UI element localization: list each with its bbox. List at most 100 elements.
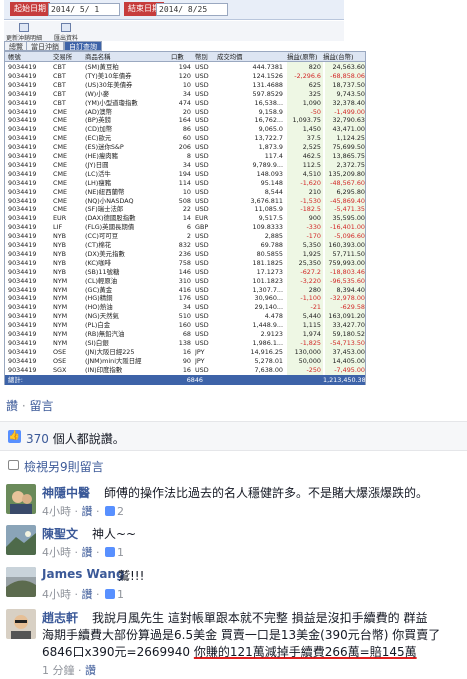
table-cell: -7,495.00 bbox=[334, 365, 365, 374]
table-cell: USD bbox=[195, 285, 209, 294]
table-cell: NYM bbox=[53, 303, 68, 312]
view-more-label[interactable]: 檢視另9則留言 bbox=[24, 458, 104, 475]
table-cell: 101.1823 bbox=[252, 276, 284, 285]
table-cell: 10 bbox=[182, 187, 191, 196]
comment-like-link[interactable]: 讚 bbox=[82, 505, 93, 518]
table-cell: USD bbox=[195, 303, 209, 312]
table-cell: 2,372.75 bbox=[336, 160, 365, 169]
comment-like-link[interactable]: 讚 bbox=[82, 588, 93, 601]
table-cell: 10 bbox=[182, 80, 191, 89]
table-cell: 59,180.52 bbox=[332, 330, 365, 338]
table-cell: 625 bbox=[308, 80, 321, 89]
table-cell: 1,124.25 bbox=[336, 134, 365, 143]
table-cell: 9,743.50 bbox=[336, 89, 365, 98]
table-cell: USD bbox=[195, 249, 209, 258]
table-cell: USD bbox=[195, 98, 209, 107]
table-cell: 20 bbox=[182, 107, 191, 116]
table-cell: 9034419 bbox=[8, 276, 37, 285]
table-cell: USD bbox=[195, 321, 209, 330]
table-cell: 68 bbox=[182, 330, 191, 338]
table-cell: -32,978.00 bbox=[330, 294, 365, 303]
tab-overview: 總覽 bbox=[4, 41, 28, 51]
table-cell: 3,676.811 bbox=[250, 196, 283, 205]
table-cell: 416 bbox=[178, 285, 191, 294]
like-icon bbox=[105, 506, 115, 516]
comment-like-link[interactable]: 讚 bbox=[82, 546, 93, 559]
table-cell: 7,638.00 bbox=[254, 365, 283, 374]
commenter-name[interactable]: 陳聖文 bbox=[42, 525, 78, 542]
table-cell: CBT bbox=[53, 89, 66, 98]
table-cell: (KC)咖啡 bbox=[85, 258, 112, 267]
table-cell: 16 bbox=[182, 365, 191, 374]
table-cell: OSE bbox=[53, 356, 67, 365]
table-cell: 57,711.50 bbox=[332, 249, 365, 258]
likes-count[interactable]: 370 bbox=[26, 432, 49, 446]
table-cell: 9034419 bbox=[8, 365, 37, 374]
table-cell: 194 bbox=[178, 63, 191, 71]
like-link[interactable]: 讚 bbox=[6, 399, 18, 413]
table-cell: 9034419 bbox=[8, 125, 37, 134]
table-cell: 9034419 bbox=[8, 63, 37, 71]
column-header: 帳號 bbox=[8, 53, 21, 61]
total-label: 總計: bbox=[8, 376, 23, 384]
table-cell: USD bbox=[195, 330, 209, 338]
view-more-comments[interactable]: 檢視另9則留言 bbox=[0, 455, 467, 475]
likes-suffix: 個人都說讚。 bbox=[52, 432, 125, 446]
table-cell: 6 bbox=[186, 223, 191, 232]
table-cell: USD bbox=[195, 312, 209, 321]
table-cell: (PL)白金 bbox=[85, 321, 111, 330]
comment-link[interactable]: 留言 bbox=[30, 399, 54, 413]
table-cell: NYM bbox=[53, 312, 68, 321]
table-cell: 9034419 bbox=[8, 223, 37, 232]
table-cell: 9034419 bbox=[8, 294, 37, 303]
table-cell: (DX)美元指數 bbox=[85, 249, 125, 258]
table-cell: 9034419 bbox=[8, 214, 37, 223]
table-cell: 1,873.9 bbox=[258, 143, 283, 152]
commenter-name[interactable]: 神隱中醫 bbox=[42, 484, 90, 501]
table-cell: -182.5 bbox=[300, 205, 321, 214]
table-cell: (SF)瑞士法郎 bbox=[85, 205, 124, 214]
table-cell: 37,453.00 bbox=[332, 347, 365, 356]
table-cell: 194 bbox=[178, 169, 191, 178]
table-cell: CME bbox=[53, 152, 68, 160]
table-cell: USD bbox=[195, 107, 209, 116]
table-cell: NYM bbox=[53, 338, 68, 347]
table-cell: NYM bbox=[53, 330, 68, 338]
tab-daytrade: 當日沖銷 bbox=[26, 41, 64, 51]
avatar[interactable] bbox=[6, 484, 36, 514]
table-cell: -16,401.00 bbox=[330, 223, 365, 232]
comment-meta: 4小時 · 讚 · 1 bbox=[42, 588, 124, 601]
commenter-name[interactable]: 趙志軒 bbox=[42, 609, 78, 626]
avatar[interactable] bbox=[6, 567, 36, 597]
table-cell: USD bbox=[195, 241, 209, 249]
table-cell: -96,535.60 bbox=[330, 276, 365, 285]
table-cell: (US)30年美債券 bbox=[85, 80, 133, 89]
table-cell: 176 bbox=[178, 294, 191, 303]
commenter-name[interactable]: James Wang bbox=[42, 567, 125, 581]
table-cell: 2,885 bbox=[264, 232, 283, 241]
table-cell: (HE)瘦肉豬 bbox=[85, 152, 119, 160]
table-cell: 138 bbox=[178, 338, 191, 347]
comment-meta: 4小時 · 讚 · 2 bbox=[42, 505, 124, 518]
table-cell: (LC)活牛 bbox=[85, 169, 111, 178]
table-cell: 33,427.70 bbox=[332, 321, 365, 330]
table-cell: 9034419 bbox=[8, 312, 37, 321]
table-cell: 80.5855 bbox=[256, 249, 283, 258]
table-cell: -1,530 bbox=[300, 196, 321, 205]
table-cell: 34 bbox=[182, 160, 191, 169]
table-cell: (EC)歐元 bbox=[85, 134, 112, 143]
comment-like-link[interactable]: 讚 bbox=[85, 664, 96, 677]
table-cell: 9034419 bbox=[8, 134, 37, 143]
avatar[interactable] bbox=[6, 609, 36, 639]
table-cell: 109.8333 bbox=[252, 223, 284, 232]
table-cell: CME bbox=[53, 134, 68, 143]
table-cell: USD bbox=[195, 365, 209, 374]
table-cell: 236 bbox=[178, 249, 191, 258]
avatar[interactable] bbox=[6, 525, 36, 555]
table-cell: 17.1273 bbox=[256, 267, 283, 276]
date-filter-bar: 起始日期 2014/ 5/ 1 結束日期 2014/ 8/25 bbox=[4, 0, 344, 20]
table-cell: CME bbox=[53, 116, 68, 125]
table-cell: 13,865.75 bbox=[332, 152, 365, 160]
table-cell: -21 bbox=[310, 303, 321, 312]
table-cell: CME bbox=[53, 178, 68, 187]
